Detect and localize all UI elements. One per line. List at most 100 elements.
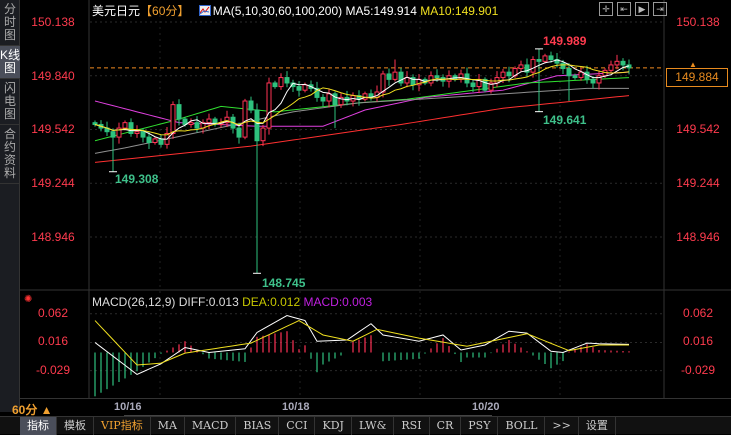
candle-down: [566, 68, 572, 77]
tab-0[interactable]: 指标: [20, 417, 57, 435]
candle-up: [206, 118, 212, 124]
tab-10[interactable]: CR: [430, 417, 462, 435]
symbol-name: 美元日元: [92, 4, 141, 18]
candle-down: [236, 127, 242, 138]
tab-14[interactable]: 设置: [579, 417, 616, 435]
ma5-value: MA5:149.914: [345, 4, 417, 18]
candle-up: [278, 77, 284, 88]
date-label: 10/20: [472, 401, 500, 413]
tab-11[interactable]: PSY: [461, 417, 499, 435]
price-axis-label: 150.138: [676, 15, 720, 29]
low-annotation-left: 149.308: [115, 172, 159, 186]
candle-up: [578, 71, 584, 79]
tab-1[interactable]: 模板: [57, 417, 94, 435]
candle-up: [500, 71, 506, 79]
tab-9[interactable]: RSI: [394, 417, 430, 435]
candle-down: [434, 75, 440, 79]
candle-down: [284, 77, 290, 84]
crosshair-icon[interactable]: ✛: [599, 2, 613, 16]
ma-chart-icon[interactable]: [198, 5, 211, 16]
chart-header: 美元日元【60分】 MA(5,10,30,60,100,200) MA5:149…: [92, 2, 498, 18]
date-label: 10/16: [114, 401, 142, 413]
candle-down: [320, 96, 326, 102]
tab-8[interactable]: LW&: [352, 417, 395, 435]
macd-value: MACD:0.003: [303, 295, 373, 309]
candle-up: [302, 84, 308, 91]
candle-down: [572, 75, 578, 79]
candle-up: [134, 131, 140, 134]
candle-up: [260, 127, 266, 142]
candle-down: [332, 93, 338, 106]
candle-down: [482, 78, 488, 91]
macd-axis-label: 0.016: [37, 334, 69, 348]
diff-line: [94, 315, 630, 375]
candle-down: [560, 62, 566, 70]
candle-up: [152, 138, 158, 144]
price-axis-label: 149.840: [31, 69, 75, 83]
price-axis-label: 148.946: [676, 230, 720, 244]
candle-down: [146, 136, 152, 144]
kline-chart[interactable]: [0, 0, 731, 434]
macd-axis-label: -0.029: [35, 363, 71, 377]
tab-13[interactable]: >>: [545, 417, 579, 435]
candle-down: [506, 71, 512, 77]
candle-down: [248, 100, 254, 111]
candle-up: [122, 122, 128, 129]
candle-down: [398, 71, 404, 84]
candle-down: [272, 82, 278, 88]
candle-up: [242, 100, 248, 138]
candle-down: [158, 138, 164, 145]
macd-dea: DEA:0.012: [242, 295, 301, 309]
candle-up: [530, 59, 536, 73]
candle-down: [470, 82, 476, 88]
candle-up: [170, 104, 176, 134]
macd-axis-label: 0.062: [37, 306, 69, 320]
candle-up: [392, 71, 398, 80]
date-axis: 10/16 10/18 10/20: [20, 398, 731, 416]
candle-up: [188, 122, 194, 125]
candle-down: [176, 104, 182, 120]
tab-7[interactable]: KDJ: [315, 417, 352, 435]
tab-2[interactable]: VIP指标: [94, 417, 151, 435]
macd-axis-label: -0.029: [680, 363, 716, 377]
tab-4[interactable]: MACD: [185, 417, 237, 435]
candle-down: [536, 59, 542, 62]
candle-down: [254, 109, 260, 142]
tab-6[interactable]: CCI: [279, 417, 316, 435]
macd-title: MACD(26,12,9): [92, 295, 176, 309]
price-axis-label: 149.244: [31, 176, 75, 190]
macd-diff: DIFF:0.013: [178, 295, 239, 309]
candle-up: [518, 64, 524, 70]
grid-lines: [20, 0, 731, 398]
price-up-arrow-icon: ▲: [689, 60, 697, 69]
price-axis-label: 150.138: [31, 15, 75, 29]
candles: [92, 48, 632, 274]
play-forward-icon[interactable]: ▶: [635, 2, 649, 16]
price-axis-label: 149.542: [31, 122, 75, 136]
low-annotation-right: 149.641: [543, 113, 587, 127]
price-axis-label: 149.542: [676, 122, 720, 136]
zoom-to-start-icon[interactable]: ⇤: [617, 2, 631, 16]
candle-down: [92, 122, 98, 125]
macd-panel: [94, 315, 630, 397]
candle-down: [296, 86, 302, 91]
current-price-label: 149.884: [666, 68, 728, 87]
candle-down: [128, 122, 134, 134]
tab-5[interactable]: BIAS: [236, 417, 280, 435]
macd-axis-label: 0.062: [682, 306, 714, 320]
macd-header: MACD(26,12,9) DIFF:0.013 DEA:0.012 MACD:…: [92, 295, 372, 309]
candle-up: [380, 73, 386, 93]
tab-3[interactable]: MA: [151, 417, 185, 435]
candle-down: [110, 131, 116, 138]
date-label: 10/18: [282, 401, 310, 413]
indicator-tabs: 指标 模板 VIP指标 MA MACD BIAS CCI KDJ LW& RSI CR PSY BOLL…: [0, 416, 731, 435]
tab-12[interactable]: BOLL: [498, 417, 546, 435]
candle-up: [608, 64, 614, 71]
scroll-to-end-icon[interactable]: ⇥: [653, 2, 667, 16]
candle-down: [194, 122, 200, 129]
candle-up: [614, 60, 620, 66]
ma-params: MA(5,10,30,60,100,200): [212, 4, 343, 18]
macd-settings-icon[interactable]: ✺: [24, 294, 32, 305]
candle-down: [386, 73, 392, 80]
candle-down: [548, 55, 554, 61]
